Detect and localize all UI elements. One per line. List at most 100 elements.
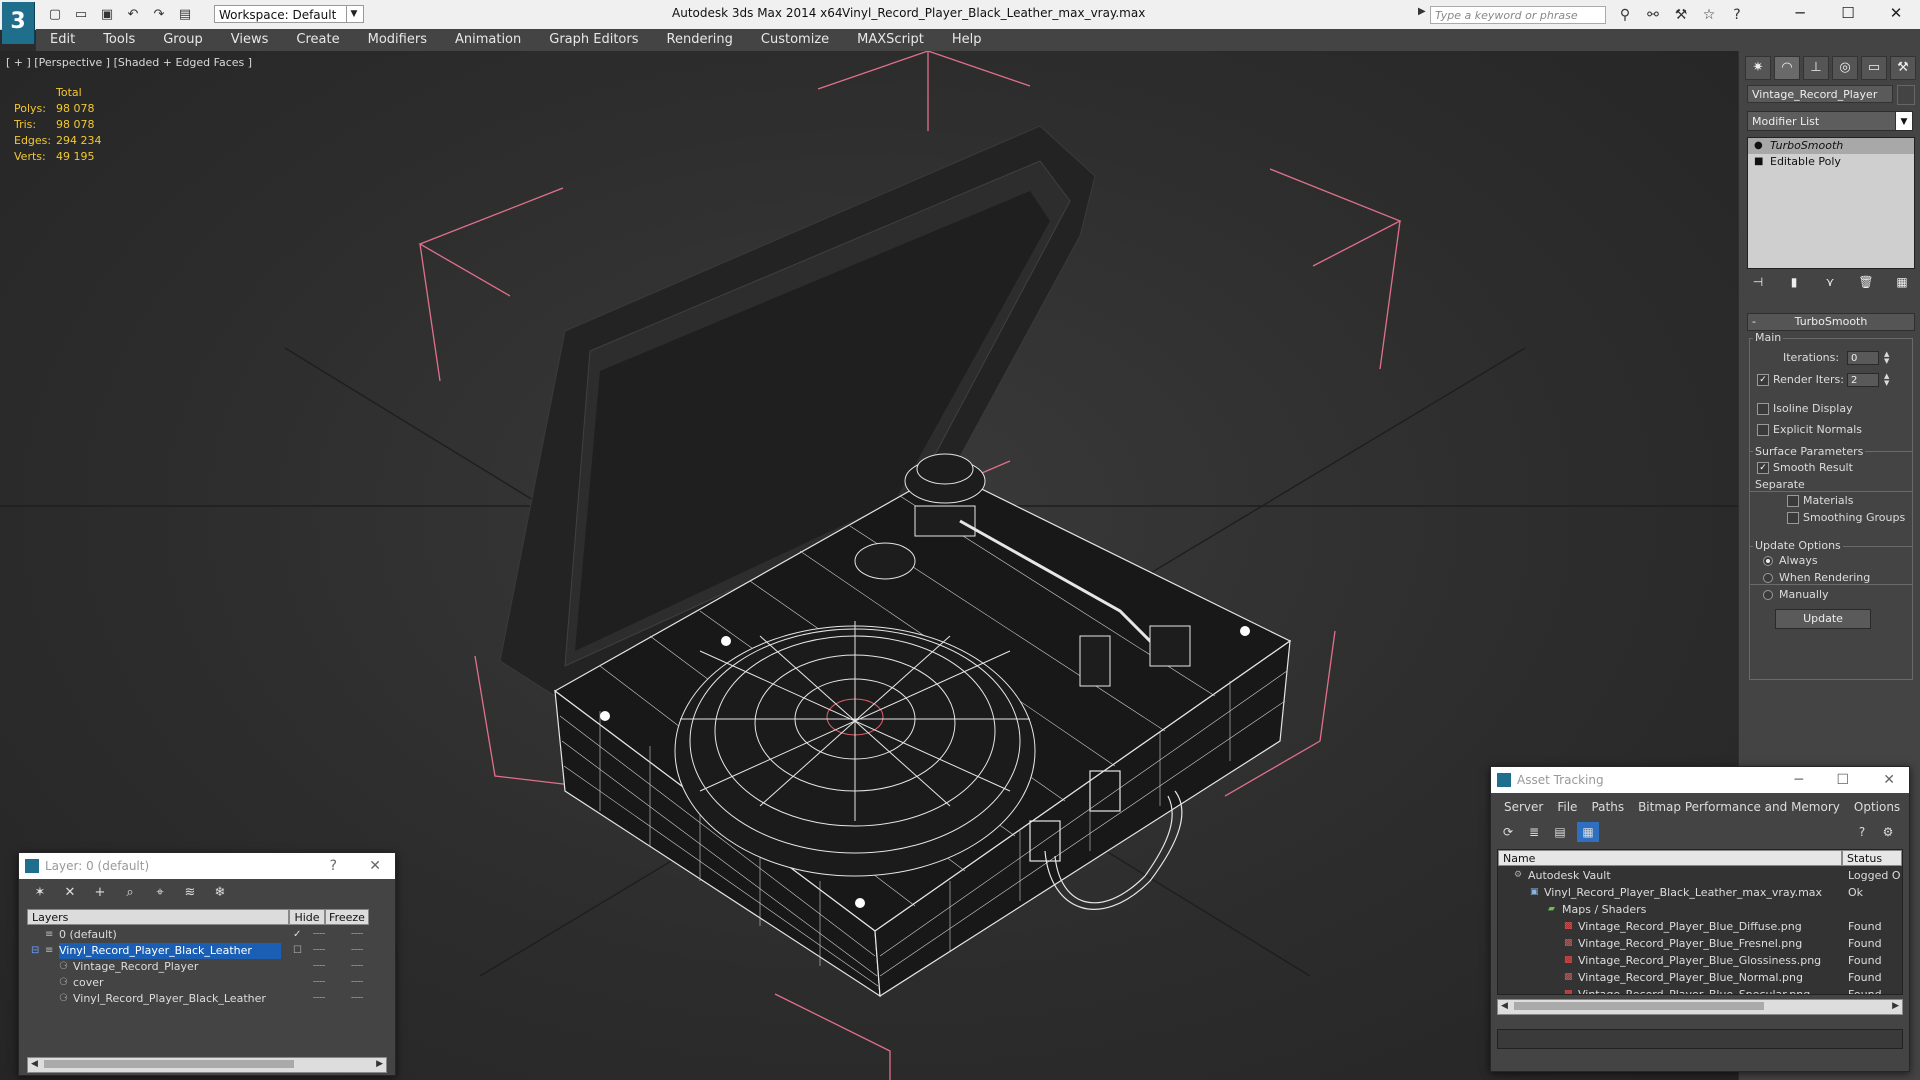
object-color-swatch[interactable] [1897, 85, 1915, 105]
menu-graph-editors[interactable]: Graph Editors [535, 29, 652, 51]
menu-paths[interactable]: Paths [1584, 797, 1631, 817]
freeze-toggle[interactable]: ╌╌ [351, 927, 363, 943]
hide-toggle[interactable]: ╌╌ [313, 975, 325, 991]
menu-modifiers[interactable]: Modifiers [354, 29, 441, 51]
hide-all-layers-icon[interactable]: ≋ [179, 883, 201, 903]
menu-tools[interactable]: Tools [89, 29, 149, 51]
active-layer-box-icon[interactable]: ☐ [293, 943, 302, 959]
configure-sets-icon[interactable]: ▦ [1891, 273, 1913, 291]
create-layer-icon[interactable]: ✶ [29, 883, 51, 903]
help-icon[interactable]: ? [330, 853, 337, 879]
freeze-column-header[interactable]: Freeze [325, 909, 369, 925]
select-objects-icon[interactable]: ⌕ [119, 883, 141, 903]
scroll-left-icon[interactable]: ◀ [1501, 1000, 1508, 1012]
layer-row-object[interactable]: ⚆ Vinyl_Record_Player_Black_Leather ╌╌ ╌… [27, 991, 389, 1007]
close-icon[interactable]: ✕ [1872, 0, 1920, 28]
asset-row[interactable]: ▩ Vintage_Record_Player_Blue_Normal.png … [1498, 969, 1902, 986]
chevron-down-icon[interactable]: ▼ [1895, 112, 1912, 130]
manually-radio[interactable] [1763, 590, 1773, 600]
hide-toggle[interactable]: ╌╌ [313, 991, 325, 1007]
menu-help[interactable]: Help [938, 29, 996, 51]
stack-item-editable-poly[interactable]: ■ Editable Poly [1748, 154, 1914, 170]
pin-stack-icon[interactable]: ⊣ [1747, 273, 1769, 291]
freeze-toggle[interactable]: ╌╌ [351, 959, 363, 975]
name-column-header[interactable]: Name [1498, 850, 1842, 866]
modifier-list-dropdown[interactable]: Modifier List ▼ [1747, 111, 1913, 131]
search-input[interactable]: Type a keyword or phrase [1430, 6, 1606, 24]
menu-animation[interactable]: Animation [441, 29, 535, 51]
always-radio[interactable] [1763, 556, 1773, 566]
layer-row-default[interactable]: ≡ 0 (default) ✓ ╌╌ ╌╌ [27, 927, 389, 943]
search-expand-icon[interactable]: ▶ [1418, 6, 1426, 17]
utilities-tab-icon[interactable]: ⚒ [1890, 56, 1916, 80]
help-icon[interactable]: ? [1726, 6, 1748, 24]
maximize-icon[interactable]: ☐ [1836, 767, 1849, 793]
table-view-icon[interactable]: ▦ [1577, 822, 1599, 842]
settings-icon[interactable]: ⚙ [1877, 822, 1899, 842]
spinner-arrows-icon[interactable]: ▲ ▼ [1884, 373, 1889, 387]
chevron-down-icon[interactable]: ▼ [346, 5, 361, 23]
scrollbar-thumb[interactable] [44, 1060, 294, 1068]
redo-icon[interactable]: ↷ [148, 5, 170, 25]
save-file-icon[interactable]: ▣ [96, 5, 118, 25]
freeze-toggle[interactable]: ╌╌ [351, 991, 363, 1007]
asset-row[interactable]: ▰ Maps / Shaders [1498, 901, 1902, 918]
close-icon[interactable]: ✕ [369, 853, 381, 879]
object-name-field[interactable]: Vintage_Record_Player [1747, 85, 1893, 103]
iterations-spinner[interactable]: 0 [1847, 351, 1879, 365]
layer-row-object[interactable]: ⚆ cover ╌╌ ╌╌ [27, 975, 389, 991]
scroll-right-icon[interactable]: ▶ [1892, 1000, 1899, 1012]
display-tab-icon[interactable]: ▭ [1861, 56, 1887, 80]
spinner-arrows-icon[interactable]: ▲ ▼ [1884, 351, 1889, 365]
hide-toggle[interactable]: ╌╌ [313, 943, 325, 959]
make-unique-icon[interactable]: ⋎ [1819, 273, 1841, 291]
hide-column-header[interactable]: Hide [289, 909, 325, 925]
layers-column-header[interactable]: Layers [27, 909, 289, 925]
menu-create[interactable]: Create [282, 29, 353, 51]
expand-plus-icon[interactable]: ■ [1754, 154, 1763, 170]
asset-row[interactable]: ⚙ Autodesk Vault Logged O [1498, 867, 1902, 884]
smoothing-groups-checkbox[interactable] [1787, 512, 1799, 524]
turbosmooth-rollout-header[interactable]: - TurboSmooth [1747, 313, 1915, 331]
menu-file[interactable]: File [1550, 797, 1584, 817]
hide-toggle[interactable]: ╌╌ [313, 927, 325, 943]
freeze-toggle[interactable]: ╌╌ [351, 975, 363, 991]
subscription-icon[interactable]: ⚯ [1642, 6, 1664, 24]
app-logo[interactable]: 3 [2, 2, 35, 44]
update-button[interactable]: Update [1775, 609, 1871, 629]
menu-customize[interactable]: Customize [747, 29, 843, 51]
binoculars-icon[interactable]: ⚲ [1614, 6, 1636, 24]
minimize-icon[interactable]: ─ [1776, 0, 1824, 28]
create-tab-icon[interactable]: ✷ [1745, 56, 1771, 80]
menu-maxscript[interactable]: MAXScript [843, 29, 938, 51]
smooth-result-checkbox[interactable]: ✓ [1757, 462, 1769, 474]
remove-modifier-icon[interactable]: 🗑 [1855, 273, 1877, 291]
scroll-right-icon[interactable]: ▶ [376, 1058, 383, 1070]
explicit-normals-checkbox[interactable] [1757, 424, 1769, 436]
maximize-icon[interactable]: ☐ [1824, 0, 1872, 28]
menu-bitmap-performance[interactable]: Bitmap Performance and Memory [1631, 797, 1847, 817]
stack-item-turbosmooth[interactable]: ● TurboSmooth [1748, 138, 1914, 154]
delete-layer-icon[interactable]: ✕ [59, 883, 81, 903]
render-iters-checkbox[interactable]: ✓ [1757, 374, 1769, 386]
add-to-layer-icon[interactable]: + [89, 883, 111, 903]
list-view-icon[interactable]: ≣ [1523, 822, 1545, 842]
refresh-icon[interactable]: ⟳ [1497, 822, 1519, 842]
tree-view-icon[interactable]: ▤ [1549, 822, 1571, 842]
when-rendering-radio[interactable] [1763, 573, 1773, 583]
asset-row[interactable]: ▩ Vintage_Record_Player_Blue_Glossiness.… [1498, 952, 1902, 969]
freeze-all-layers-icon[interactable]: ❄ [209, 883, 231, 903]
menu-views[interactable]: Views [217, 29, 283, 51]
render-iters-spinner[interactable]: 2 [1847, 373, 1879, 387]
undo-icon[interactable]: ↶ [122, 5, 144, 25]
isoline-display-checkbox[interactable] [1757, 403, 1769, 415]
viewport-label[interactable]: [ + ] [Perspective ] [Shaded + Edged Fac… [6, 56, 252, 69]
menu-rendering[interactable]: Rendering [653, 29, 747, 51]
hierarchy-tab-icon[interactable]: ⊥ [1803, 56, 1829, 80]
asset-row[interactable]: ▩ Vintage_Record_Player_Blue_Fresnel.png… [1498, 935, 1902, 952]
layer-horizontal-scrollbar[interactable]: ◀ ▶ [27, 1057, 387, 1073]
modify-tab-icon[interactable]: ◠ [1774, 56, 1800, 80]
close-icon[interactable]: ✕ [1883, 767, 1895, 793]
asset-horizontal-scrollbar[interactable]: ◀ ▶ [1497, 999, 1903, 1015]
highlight-layer-icon[interactable]: ⌖ [149, 883, 171, 903]
